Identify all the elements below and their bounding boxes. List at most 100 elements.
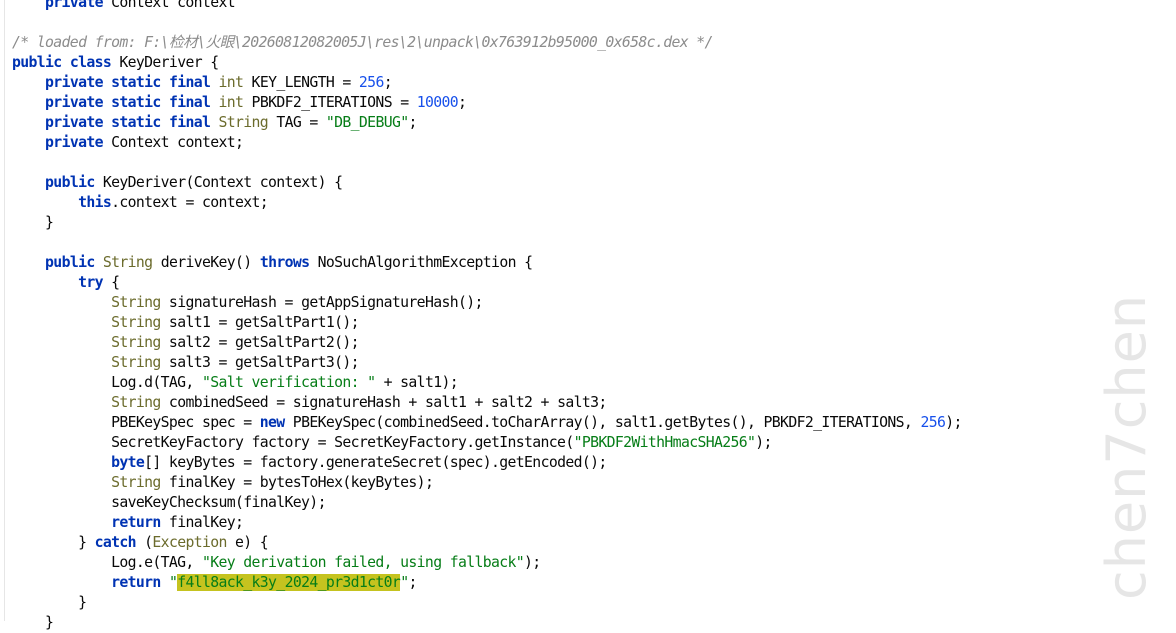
code-token: final	[168, 94, 211, 111]
code-token: public	[12, 54, 62, 71]
code-token: [] keyBytes = factory.generateSecret(spe…	[144, 454, 607, 471]
code-line: public KeyDeriver(Context context) {	[12, 173, 962, 193]
code-line: }	[12, 613, 962, 633]
code-token: finalKey;	[160, 514, 244, 531]
code-token: "	[168, 574, 178, 591]
code-token: try	[78, 274, 103, 291]
code-token: byte	[111, 454, 145, 471]
watermark: chen7chen	[1095, 293, 1158, 600]
code-token: String	[111, 334, 161, 351]
code-token: NoSuchAlgorithmException {	[309, 254, 533, 271]
code-token: KeyDeriver {	[111, 54, 219, 71]
code-token: .context = context;	[111, 194, 269, 211]
code-line: private Context context	[12, 0, 962, 13]
code-token: private	[45, 74, 103, 91]
code-token: }	[12, 594, 87, 611]
code-line: /* loaded from: F:\检材\火眼\20260812082005J…	[12, 33, 962, 53]
code-token: "DB_DEBUG"	[325, 114, 409, 131]
code-token: Log.d(TAG,	[12, 374, 202, 391]
code-token: KeyDeriver(Context context) {	[94, 174, 343, 191]
code-token: SecretKeyFactory factory = SecretKeyFact…	[12, 434, 574, 451]
code-line: String salt3 = getSaltPart3();	[12, 353, 962, 373]
code-line: private static final int PBKDF2_ITERATIO…	[12, 93, 962, 113]
code-token: new	[259, 414, 285, 431]
code-token: class	[69, 54, 112, 71]
code-token: combinedSeed = signatureHash + salt1 + s…	[160, 394, 607, 411]
code-line: }	[12, 593, 962, 613]
code-token: );	[945, 414, 962, 431]
code-token: "Key derivation failed, using fallback"	[201, 554, 525, 571]
code-token: finalKey = bytesToHex(keyBytes);	[160, 474, 434, 491]
code-token: 256	[920, 414, 946, 431]
code-area[interactable]: private Context context /* loaded from: …	[12, 0, 962, 633]
code-line: this.context = context;	[12, 193, 962, 213]
code-token: (	[135, 534, 153, 551]
code-token: Context context;	[102, 134, 244, 151]
code-line: String signatureHash = getAppSignatureHa…	[12, 293, 962, 313]
code-token: deriveKey()	[152, 254, 260, 271]
code-token: salt3 = getSaltPart3();	[160, 354, 360, 371]
code-token: }	[12, 534, 95, 551]
code-line: String finalKey = bytesToHex(keyBytes);	[12, 473, 962, 493]
code-line: private static final int KEY_LENGTH = 25…	[12, 73, 962, 93]
code-line: public String deriveKey() throws NoSuchA…	[12, 253, 962, 273]
code-token: );	[755, 434, 772, 451]
code-line: String salt2 = getSaltPart2();	[12, 333, 962, 353]
code-line: byte[] keyBytes = factory.generateSecret…	[12, 453, 962, 473]
code-line: private Context context;	[12, 133, 962, 153]
code-line: private static final String TAG = "DB_DE…	[12, 113, 962, 133]
code-token: );	[524, 554, 541, 571]
code-token: int	[218, 74, 244, 91]
code-token: e) {	[226, 534, 269, 551]
code-token: saveKeyChecksum(finalKey);	[12, 494, 326, 511]
code-token: KEY_LENGTH =	[243, 74, 359, 91]
code-token: private	[12, 0, 103, 11]
code-editor[interactable]: private Context context /* loaded from: …	[0, 0, 1176, 631]
code-token: signatureHash = getAppSignatureHash();	[160, 294, 483, 311]
code-token: salt1 = getSaltPart1();	[160, 314, 360, 331]
code-token: "PBKDF2WithHmacSHA256"	[573, 434, 756, 451]
code-token: {	[102, 274, 120, 291]
code-token: }	[12, 214, 54, 231]
code-token: String	[111, 314, 161, 331]
code-token: + salt1);	[375, 374, 459, 391]
code-token: static	[111, 94, 161, 111]
code-token: return	[111, 574, 161, 591]
code-token: Log.e(TAG,	[12, 554, 202, 571]
code-line: String salt1 = getSaltPart1();	[12, 313, 962, 333]
code-token: String	[111, 394, 161, 411]
code-token: static	[111, 74, 161, 91]
code-token: String	[102, 254, 153, 271]
code-token: return	[111, 514, 161, 531]
code-token: ;	[408, 574, 417, 591]
code-token: int	[218, 94, 244, 111]
code-token: "Salt verification: "	[201, 374, 376, 391]
code-token: throws	[259, 254, 310, 271]
code-line: return finalKey;	[12, 513, 962, 533]
code-token: final	[168, 74, 211, 91]
code-token: ;	[408, 114, 417, 131]
code-token: catch	[94, 534, 137, 551]
code-token: private	[45, 134, 103, 151]
code-token: salt2 = getSaltPart2();	[160, 334, 360, 351]
